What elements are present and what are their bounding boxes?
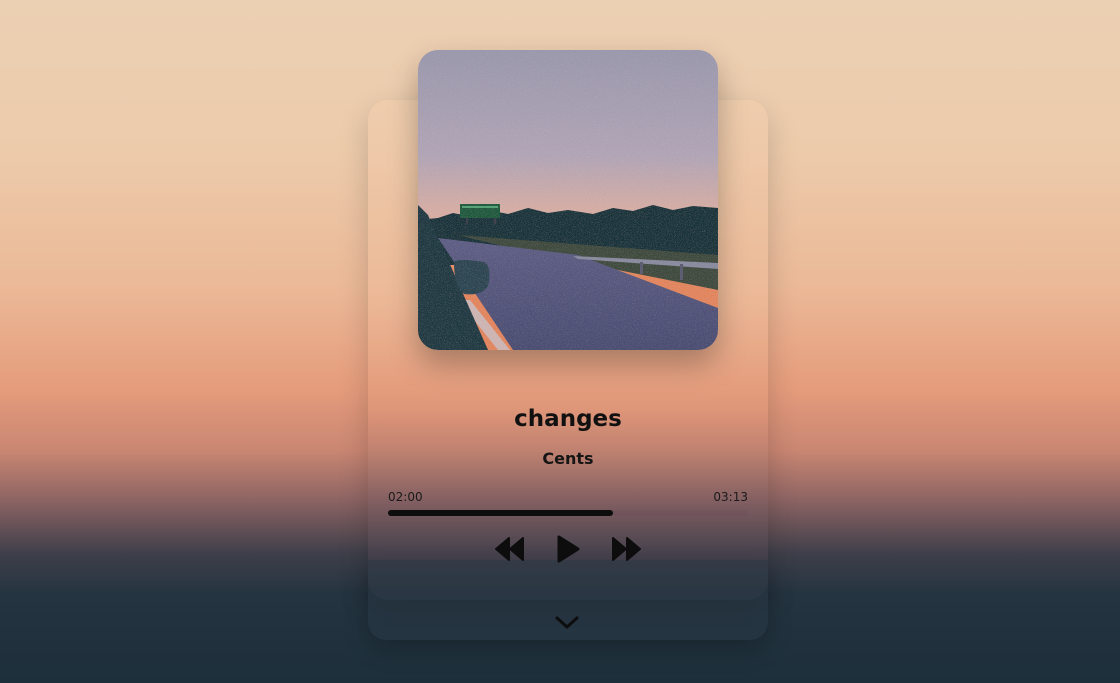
rewind-icon (493, 537, 525, 565)
current-time: 02:00 (388, 490, 423, 504)
album-art (418, 50, 718, 350)
progress-fill (388, 510, 613, 516)
artist-name: Cents (542, 449, 594, 468)
chevron-down-icon (554, 615, 580, 635)
play-icon (556, 535, 580, 567)
drawer-toggle-button[interactable] (552, 614, 582, 636)
fast-forward-icon (611, 537, 643, 565)
next-button[interactable] (608, 536, 646, 566)
play-button[interactable] (552, 533, 584, 569)
total-time: 03:13 (713, 490, 748, 504)
progress-bar[interactable] (388, 510, 748, 516)
track-title: changes (514, 406, 622, 432)
previous-button[interactable] (490, 536, 528, 566)
